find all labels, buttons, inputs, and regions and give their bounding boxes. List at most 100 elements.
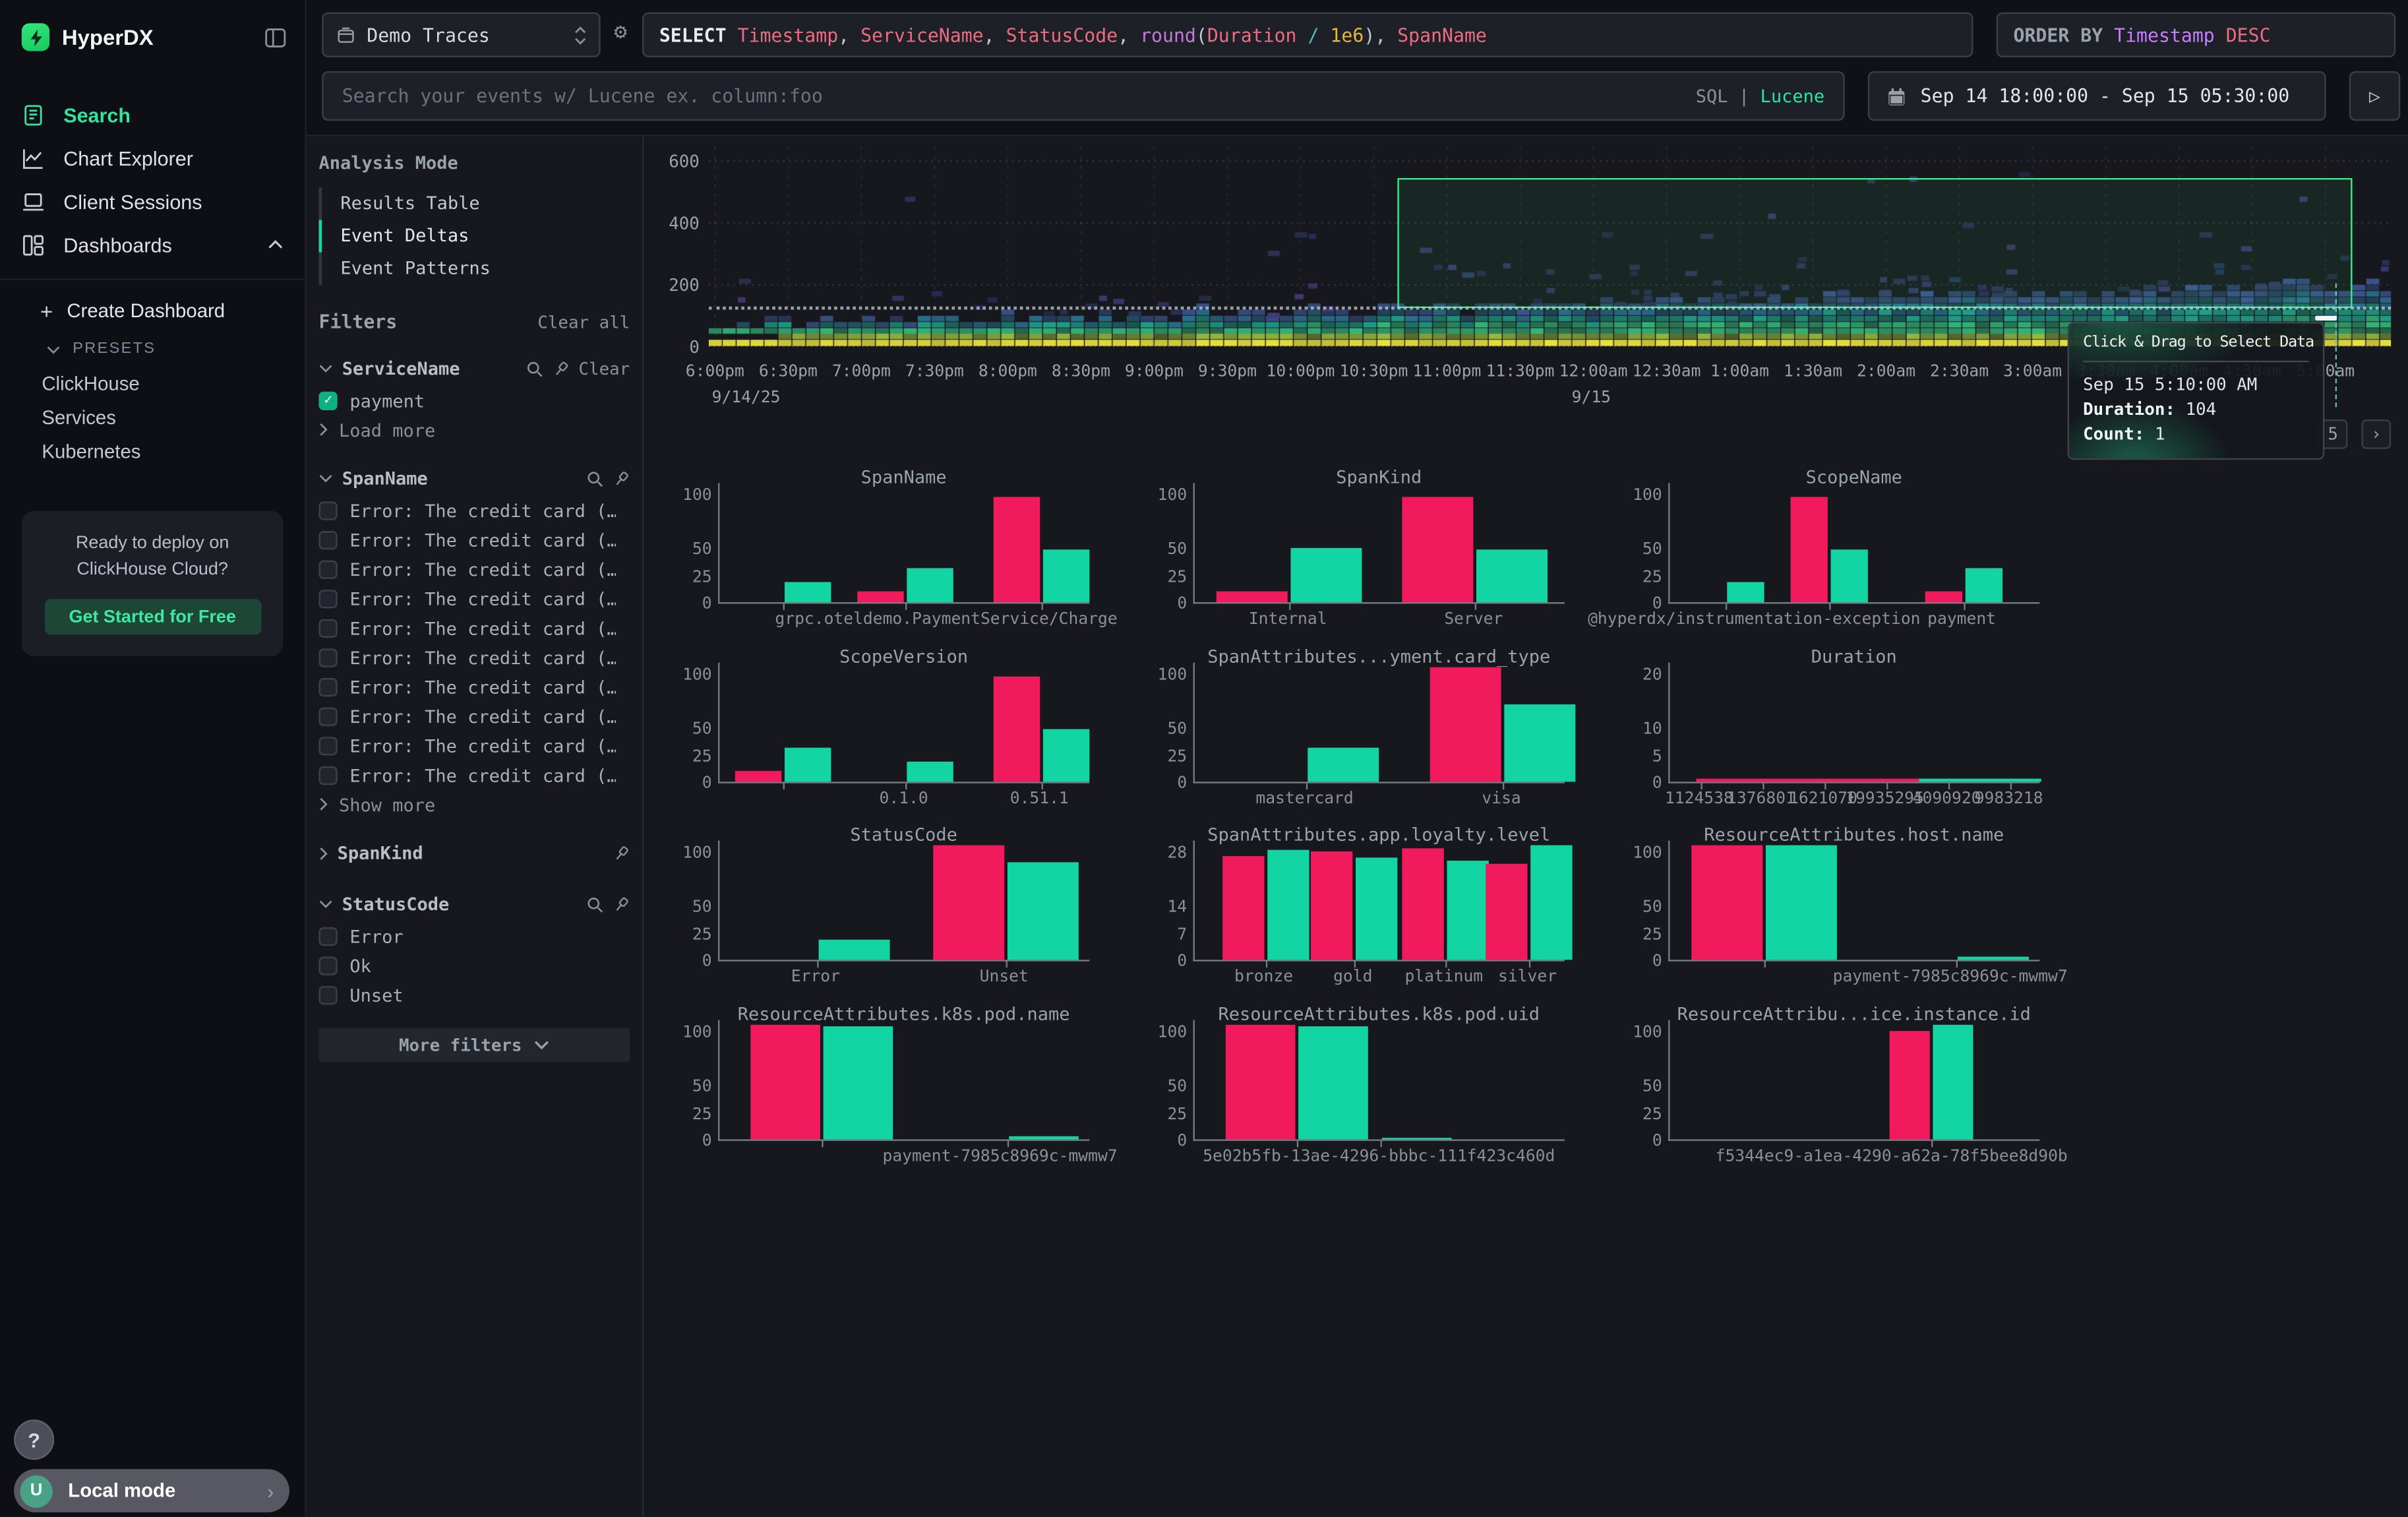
search-input[interactable]: Search your events w/ Lucene ex. column:… <box>322 71 1844 121</box>
checkbox[interactable] <box>318 956 337 974</box>
checkbox[interactable] <box>318 927 337 945</box>
sidebar-item-chart-explorer[interactable]: Chart Explorer <box>0 137 305 180</box>
x-tick-label: 5e02b5fb-13ae-4296-bbbc-111f423c460d <box>1203 1147 1555 1165</box>
sidebar-item-dashboards[interactable]: Dashboards <box>0 223 305 266</box>
y-tick: 7 <box>1147 925 1187 943</box>
y-tick: 0 <box>1147 1132 1187 1150</box>
x-tick-mark <box>1381 1141 1382 1147</box>
y-tick: 25 <box>1622 1105 1662 1123</box>
date-range-picker[interactable]: Sep 14 18:00:00 - Sep 15 05:30:00 <box>1868 71 2326 121</box>
analysis-mode-event-patterns[interactable]: Event Patterns <box>318 253 630 285</box>
filter-group-label[interactable]: SpanKind <box>338 842 423 864</box>
preset-kubernetes[interactable]: Kubernetes <box>0 435 305 470</box>
filter-option-label: Error <box>349 925 403 946</box>
search-icon[interactable] <box>587 896 604 913</box>
x-tick-mark <box>1041 784 1042 789</box>
filter-option[interactable]: Error: The credit card (… <box>318 701 630 731</box>
filter-option[interactable]: Error: The credit card (… <box>318 760 630 789</box>
order-by-text: ORDER BY Timestamp DESC <box>2013 24 2270 46</box>
filter-option[interactable]: Error: The credit card (… <box>318 613 630 642</box>
filter-option-label: Unset <box>349 984 403 1006</box>
show-more-button[interactable]: Show more <box>318 789 630 819</box>
chevron-down-icon[interactable] <box>318 364 332 373</box>
chart-plot <box>1668 669 2039 784</box>
heatmap-selection-region[interactable] <box>1397 178 2352 308</box>
chevron-right-icon <box>318 423 328 437</box>
filter-option[interactable]: Error: The credit card (… <box>318 672 630 702</box>
x-tick-mark <box>822 1141 823 1147</box>
order-by-input[interactable]: ORDER BY Timestamp DESC <box>1997 13 2396 57</box>
x-tick-mark <box>1726 604 1727 609</box>
plus-icon: + <box>40 299 53 324</box>
bar-baseline <box>1766 845 1837 960</box>
checkbox[interactable] <box>318 619 337 637</box>
preset-services[interactable]: Services <box>0 401 305 435</box>
filter-group-label[interactable]: StatusCode <box>342 893 450 915</box>
filter-option[interactable]: Ok <box>318 950 630 980</box>
checkbox[interactable] <box>318 706 337 725</box>
search-icon[interactable] <box>526 360 543 377</box>
run-query-button[interactable]: ▷ <box>2349 71 2400 121</box>
create-dashboard-button[interactable]: + Create Dashboard <box>0 293 305 330</box>
chart-title: SpanAttributes...yment.card_type <box>1193 646 1565 667</box>
pin-icon[interactable] <box>613 896 630 913</box>
y-tick: 50 <box>1147 1078 1187 1096</box>
search-icon[interactable] <box>587 470 604 487</box>
filters-header: Filters Clear all <box>318 311 630 333</box>
analysis-mode-event-deltas[interactable]: Event Deltas <box>318 220 630 252</box>
select-query-input[interactable]: SELECT Timestamp, ServiceName, StatusCod… <box>642 13 1973 57</box>
presets-toggle[interactable]: PRESETS <box>0 330 305 367</box>
next-page-button[interactable]: › <box>2362 419 2392 449</box>
filter-group-servicename: ServiceName Clear ✓payment Load more <box>318 352 630 445</box>
filter-group-label[interactable]: SpanName <box>342 468 428 489</box>
load-more-button[interactable]: Load more <box>318 415 630 445</box>
filter-option[interactable]: Unset <box>318 980 630 1010</box>
filter-option[interactable]: ✓payment <box>318 385 630 415</box>
sql-toggle[interactable]: SQL <box>1696 85 1728 107</box>
analysis-mode-results-table[interactable]: Results Table <box>318 187 630 220</box>
pin-icon[interactable] <box>553 360 570 377</box>
checkbox[interactable] <box>318 648 337 666</box>
clear-all-button[interactable]: Clear all <box>537 312 630 332</box>
checkbox[interactable] <box>318 766 337 784</box>
checkbox[interactable] <box>318 736 337 755</box>
checkbox[interactable] <box>318 677 337 696</box>
chevron-down-icon[interactable] <box>318 474 332 483</box>
gear-icon[interactable]: ⚙ <box>607 20 634 46</box>
chart-plot <box>1668 489 2039 604</box>
filter-option[interactable]: Error: The credit card (… <box>318 495 630 525</box>
source-select[interactable]: Demo Traces <box>322 13 600 57</box>
filter-group-spanname: SpanName Error: The credit card (…Error:… <box>318 461 630 819</box>
filter-option[interactable]: Error: The credit card (… <box>318 554 630 584</box>
help-button[interactable]: ? <box>14 1419 54 1460</box>
checkbox[interactable] <box>318 530 337 549</box>
checkbox[interactable] <box>318 589 337 607</box>
preset-clickhouse[interactable]: ClickHouse <box>0 367 305 401</box>
pin-icon[interactable] <box>613 470 630 487</box>
bar-baseline <box>1291 548 1362 602</box>
clear-servicename-button[interactable]: Clear <box>578 358 630 379</box>
threshold-line <box>709 307 2391 310</box>
lucene-toggle[interactable]: Lucene <box>1761 85 1825 107</box>
filter-option[interactable]: Error: The credit card (… <box>318 525 630 555</box>
checkbox[interactable] <box>318 501 337 519</box>
filter-option[interactable]: Error: The credit card (… <box>318 584 630 613</box>
chevron-down-icon[interactable] <box>318 900 332 909</box>
more-filters-button[interactable]: More filters <box>318 1028 630 1062</box>
client-sessions-icon <box>22 190 45 213</box>
filter-option[interactable]: Error: The credit card (… <box>318 642 630 672</box>
filter-group-label[interactable]: ServiceName <box>342 357 460 379</box>
sidebar-item-client-sessions[interactable]: Client Sessions <box>0 179 305 223</box>
checkbox-checked[interactable]: ✓ <box>318 391 337 410</box>
filter-option[interactable]: Error: The credit card (… <box>318 731 630 760</box>
sidebar-item-search[interactable]: Search <box>0 93 305 137</box>
chart-title: ResourceAttributes.k8s.pod.name <box>718 1003 1089 1025</box>
chevron-right-icon[interactable] <box>318 846 328 860</box>
local-mode-button[interactable]: U Local mode › <box>14 1469 289 1512</box>
get-started-button[interactable]: Get Started for Free <box>44 599 261 635</box>
checkbox[interactable] <box>318 559 337 578</box>
collapse-sidebar-icon[interactable] <box>264 27 286 47</box>
filter-option[interactable]: Error <box>318 921 630 950</box>
pin-icon[interactable] <box>613 844 630 861</box>
checkbox[interactable] <box>318 985 337 1004</box>
